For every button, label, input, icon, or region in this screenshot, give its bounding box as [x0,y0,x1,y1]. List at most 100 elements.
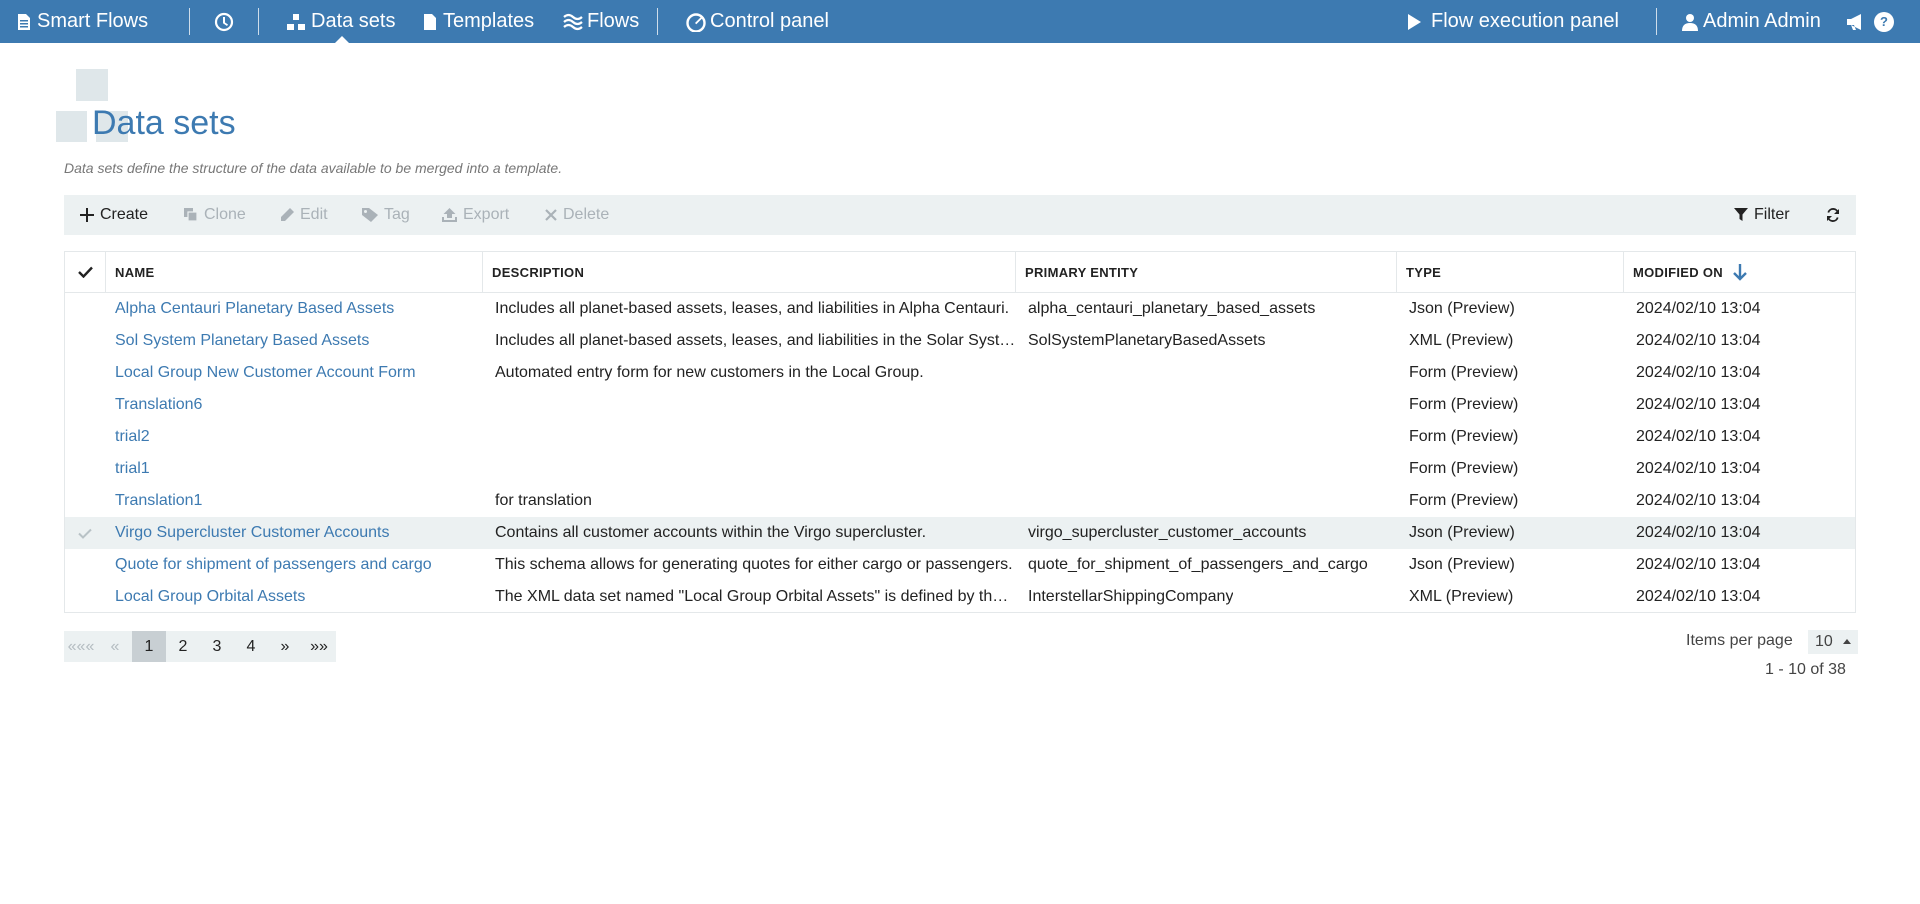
row-description: Includes all planet-based assets, leases… [495,300,1010,317]
next-page-button[interactable]: » [268,631,302,662]
table-row[interactable]: Local Group New Customer Account Form Aut… [65,357,1855,389]
table-row[interactable]: Sol System Planetary Based Assets Include… [65,325,1855,357]
last-page-button[interactable]: »» [302,631,336,662]
create-button[interactable]: Create [80,195,148,235]
user-icon [1682,13,1698,31]
table-row[interactable]: Quote for shipment of passengers and car… [65,549,1855,581]
page-button-4[interactable]: 4 [234,631,268,662]
row-description: This schema allows for generating quotes… [495,556,1013,573]
sitemap-icon [287,13,305,30]
help-icon: ? [1874,11,1894,32]
close-icon [545,209,557,221]
page-button-1[interactable]: 1 [132,631,166,662]
pagination: ««« « 1 2 3 4 » »» [64,631,336,662]
row-name-link[interactable]: Alpha Centauri Planetary Based Assets [115,293,394,325]
row-checkbox[interactable] [65,485,105,517]
nav-control-panel[interactable]: Control panel [685,0,829,43]
nav-separator [258,8,259,35]
page-title: Data sets [92,104,236,142]
column-header-type[interactable]: TYPE [1396,252,1623,292]
help-button[interactable]: ? [1874,0,1894,43]
play-icon [1408,13,1421,30]
user-menu[interactable]: Admin Admin [1682,0,1821,43]
edit-button[interactable]: Edit [280,195,328,235]
column-header-description[interactable]: DESCRIPTION [482,252,1015,292]
tag-button[interactable]: Tag [362,195,410,235]
row-name-link[interactable]: Local Group New Customer Account Form [115,357,416,389]
pencil-icon [281,208,294,221]
megaphone-icon [1847,13,1861,30]
column-header-name[interactable]: NAME [105,252,482,292]
row-checkbox[interactable] [65,581,105,613]
page-button-3[interactable]: 3 [200,631,234,662]
refresh-button[interactable] [1826,195,1846,235]
row-type: Form (Preview) [1409,428,1519,445]
row-name-link[interactable]: trial2 [115,421,150,453]
row-name-link[interactable]: Virgo Supercluster Customer Accounts [115,517,390,549]
row-description: for translation [495,492,592,509]
nav-brand[interactable]: Smart Flows [16,0,148,43]
file-icon [424,13,436,30]
row-description [495,421,1017,453]
prev-page-button[interactable]: « [98,631,132,662]
row-modified-on: 2024/02/10 13:04 [1636,492,1761,509]
announcements-button[interactable] [1846,0,1866,43]
row-checkbox[interactable] [65,357,105,389]
nav-flows[interactable]: Flows [563,0,639,43]
row-modified-on: 2024/02/10 13:04 [1636,332,1761,349]
top-navbar: Smart Flows Data sets Templates Flows Co… [0,0,1920,43]
row-checkbox[interactable] [65,453,105,485]
history-button[interactable] [214,0,234,43]
nav-separator [189,8,190,35]
row-name-link[interactable]: Local Group Orbital Assets [115,581,305,613]
row-checkbox[interactable] [65,517,105,549]
row-name-link[interactable]: Sol System Planetary Based Assets [115,325,369,357]
row-type: Json (Preview) [1409,556,1515,573]
table-row[interactable]: trial1 Form (Preview) 2024/02/10 13:04 [65,453,1855,485]
clone-button[interactable]: Clone [184,195,246,235]
first-page-button[interactable]: ««« [64,631,98,662]
nav-templates[interactable]: Templates [423,0,534,43]
row-checkbox[interactable] [65,549,105,581]
row-checkbox[interactable] [65,293,105,325]
table-row[interactable]: Local Group Orbital Assets The XML data s… [65,581,1855,613]
column-header-modified-on[interactable]: MODIFIED ON [1623,252,1855,292]
row-name-link[interactable]: Translation1 [115,485,202,517]
row-checkbox[interactable] [65,325,105,357]
filter-button[interactable]: Filter [1734,195,1790,235]
row-description: Automated entry form for new customers i… [495,364,924,381]
table-row[interactable]: Virgo Supercluster Customer Accounts Cont… [65,517,1855,549]
row-primary-entity: InterstellarShippingCompany [1028,588,1234,605]
row-primary-entity: alpha_centauri_planetary_based_assets [1028,300,1316,317]
page-button-2[interactable]: 2 [166,631,200,662]
row-description: The XML data set named "Local Group Orbi… [495,588,1017,605]
table-row[interactable]: trial2 Form (Preview) 2024/02/10 13:04 [65,421,1855,453]
export-icon [442,208,457,222]
row-checkbox[interactable] [65,421,105,453]
table-row[interactable]: Alpha Centauri Planetary Based Assets Inc… [65,293,1855,325]
items-per-page-select[interactable]: 10 [1808,630,1858,654]
nav-separator [657,8,658,35]
export-button[interactable]: Export [442,195,509,235]
results-range: 1 - 10 of 38 [1765,661,1846,678]
column-header-primary-entity[interactable]: PRIMARY ENTITY [1015,252,1396,292]
nav-flow-execution-panel[interactable]: Flow execution panel [1406,0,1619,43]
document-icon [18,13,30,30]
row-modified-on: 2024/02/10 13:04 [1636,588,1761,605]
nav-separator [1656,8,1657,35]
row-primary-entity: SolSystemPlanetaryBasedAssets [1028,332,1266,349]
row-name-link[interactable]: Quote for shipment of passengers and car… [115,549,432,581]
row-primary-entity: virgo_supercluster_customer_accounts [1028,524,1307,541]
table-row[interactable]: Translation6 Form (Preview) 2024/02/10 13:… [65,389,1855,421]
row-name-link[interactable]: trial1 [115,453,150,485]
select-all-checkbox[interactable] [65,252,105,292]
row-name-link[interactable]: Translation6 [115,389,202,421]
row-description [495,389,1017,421]
decorative-square [76,69,108,101]
delete-button[interactable]: Delete [545,195,609,235]
data-sets-table: NAME DESCRIPTION PRIMARY ENTITY TYPE MOD… [64,251,1856,613]
row-modified-on: 2024/02/10 13:04 [1636,428,1761,445]
row-checkbox[interactable] [65,389,105,421]
table-row[interactable]: Translation1 for translation Form (Preview… [65,485,1855,517]
filter-icon [1734,208,1748,221]
